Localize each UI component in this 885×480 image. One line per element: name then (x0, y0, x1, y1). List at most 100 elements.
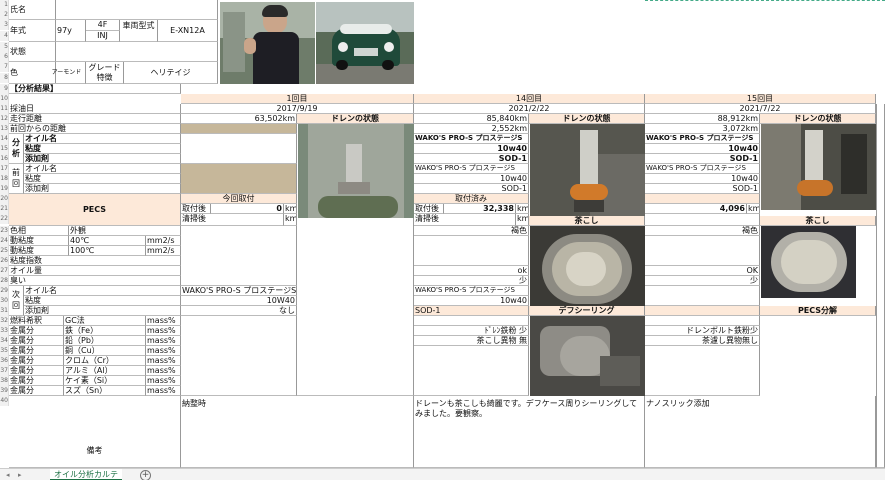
c14-prev-add[interactable]: SOD-1 (414, 184, 529, 194)
row-header[interactable]: 38 (0, 376, 9, 386)
c1-remarks[interactable]: 納整時 (181, 396, 414, 468)
row-header[interactable]: 11 (0, 104, 9, 114)
c14-metals-rest[interactable] (414, 346, 529, 396)
c15-oil[interactable]: WAKO'S PRO-S プロステージS (645, 134, 760, 144)
c1-prev[interactable] (181, 164, 297, 194)
c14-metal-note1[interactable]: ﾄﾞﾚﾝ鉄粉 少 (414, 326, 529, 336)
row-header[interactable]: 30 (0, 296, 9, 306)
row-header[interactable]: 36 (0, 356, 9, 366)
c14-oil[interactable]: WAKO'S PRO-S プロステージS (414, 134, 529, 144)
row-header[interactable]: 1 (0, 0, 9, 10)
c14-prev-visc[interactable]: 10w40 (414, 174, 529, 184)
row-header[interactable]: 25 (0, 246, 9, 256)
row-header[interactable]: 4 (0, 31, 9, 41)
row-header[interactable]: 39 (0, 386, 9, 396)
c1-next-add[interactable]: なし (181, 306, 297, 316)
row-header[interactable]: 15 (0, 144, 9, 154)
c15-visc[interactable]: 10w40 (645, 144, 760, 154)
row-header[interactable]: 6 (0, 52, 9, 62)
c14-color[interactable]: 褐色 (414, 226, 529, 236)
row-header[interactable]: 28 (0, 276, 9, 286)
c1-date[interactable]: 2017/9/19 (181, 104, 414, 114)
row-header[interactable]: 16 (0, 154, 9, 164)
c15-prev-visc[interactable]: 10w40 (645, 174, 760, 184)
row-header[interactable]: 19 (0, 184, 9, 194)
row-header[interactable]: 26 (0, 256, 9, 266)
row-header[interactable]: 40 (0, 396, 9, 406)
c14-next-add[interactable]: SOD-1 (414, 306, 529, 316)
row-header[interactable]: 5 (0, 42, 9, 52)
c15-metals-rest[interactable] (645, 346, 760, 396)
c14-remarks[interactable]: ドレーンも茶こしも綺麗です。デフケース周りシーリングしてみました。要観察。 (414, 396, 645, 468)
c14-visc[interactable]: 10w40 (414, 144, 529, 154)
row-header[interactable]: 9 (0, 84, 9, 94)
scroll-left-icon[interactable]: ◂ (6, 471, 14, 479)
row-header[interactable]: 35 (0, 346, 9, 356)
c14-odor[interactable]: 少 (414, 276, 529, 286)
row-header[interactable]: 13 (0, 124, 9, 134)
c15-remarks[interactable]: ナノスリック添加 (645, 396, 876, 468)
c14-next-visc[interactable]: 10w40 (414, 296, 529, 306)
c14-next-oil[interactable]: WAKO'S PRO-S プロステージS (414, 286, 529, 296)
year-value[interactable]: 97y (56, 20, 86, 42)
row-header[interactable]: 31 (0, 306, 9, 316)
row-header[interactable]: 21 (0, 204, 9, 214)
c15-attach-value[interactable]: 4,096 (645, 204, 747, 214)
name-value[interactable] (56, 0, 218, 20)
row-header[interactable]: 17 (0, 164, 9, 174)
row-header[interactable]: 7 (0, 62, 9, 72)
c14-visc-empty[interactable] (414, 236, 529, 266)
c14-attach-value[interactable]: 32,338 (444, 204, 516, 214)
c1-attach-value[interactable]: 0 (211, 204, 284, 214)
c15-visc-empty[interactable] (645, 236, 760, 266)
row-header[interactable]: 24 (0, 236, 9, 246)
c15-date[interactable]: 2021/7/22 (645, 104, 876, 114)
scroll-right-icon[interactable]: ▸ (18, 471, 26, 479)
c15-color[interactable]: 褐色 (645, 226, 760, 236)
grade-value[interactable]: ヘリテイジ (124, 62, 218, 84)
c15-metal-note2[interactable]: 茶濾し異物無し (645, 336, 760, 346)
c15-add[interactable]: SOD-1 (645, 154, 760, 164)
row-header[interactable]: 12 (0, 114, 9, 124)
c14-fuel[interactable] (414, 316, 529, 326)
row-header[interactable]: 34 (0, 336, 9, 346)
row-header[interactable]: 33 (0, 326, 9, 336)
c14-date[interactable]: 2021/2/22 (414, 104, 645, 114)
row-header[interactable]: 23 (0, 226, 9, 236)
c15-next-add[interactable] (645, 306, 760, 316)
row-header[interactable]: 3 (0, 20, 9, 30)
c14-prev-oil[interactable]: WAKO'S PRO-S プロステージS (414, 164, 529, 174)
engine-bottom[interactable]: INJ (86, 31, 120, 42)
row-header[interactable]: 10 (0, 94, 9, 104)
c1-props[interactable] (181, 226, 297, 286)
c14-since[interactable]: 2,552km (414, 124, 529, 134)
row-header[interactable]: 8 (0, 73, 9, 83)
row-header[interactable]: 37 (0, 366, 9, 376)
c1-metals[interactable] (181, 316, 297, 396)
c15-clean[interactable] (645, 214, 760, 226)
c14-oil-amount[interactable]: ok (414, 266, 529, 276)
c15-prev-oil[interactable]: WAKO'S PRO-S プロステージS (645, 164, 760, 174)
sheet-tab-oil-analysis[interactable]: オイル分析カルテ (50, 469, 122, 480)
c15-since[interactable]: 3,072km (645, 124, 760, 134)
c1-analysis[interactable] (181, 134, 297, 164)
c14-metal-note2[interactable]: 茶こし異物 無 (414, 336, 529, 346)
c15-mileage[interactable]: 88,912km (645, 114, 760, 124)
c1-next-oil[interactable]: WAKO'S PRO-S プロステージS (181, 286, 297, 296)
row-header[interactable]: 29 (0, 286, 9, 296)
color-value[interactable]: アーモンド (48, 62, 86, 84)
status-value[interactable] (56, 42, 218, 62)
c14-mileage[interactable]: 85,840km (414, 114, 529, 124)
row-header[interactable]: 20 (0, 194, 9, 204)
c1-mileage[interactable]: 63,502km (181, 114, 297, 124)
c14-add[interactable]: SOD-1 (414, 154, 529, 164)
c1-next-visc[interactable]: 10W40 (181, 296, 297, 306)
row-header[interactable]: 27 (0, 266, 9, 276)
c15-next[interactable] (645, 286, 760, 306)
row-header[interactable]: 14 (0, 134, 9, 144)
c15-oil-amount[interactable]: OK (645, 266, 760, 276)
c15-odor[interactable]: 少 (645, 276, 760, 286)
row-header[interactable]: 22 (0, 214, 9, 224)
c15-fuel[interactable] (645, 316, 760, 326)
c15-metal-note1[interactable]: ドレンボルト鉄粉少 (645, 326, 760, 336)
